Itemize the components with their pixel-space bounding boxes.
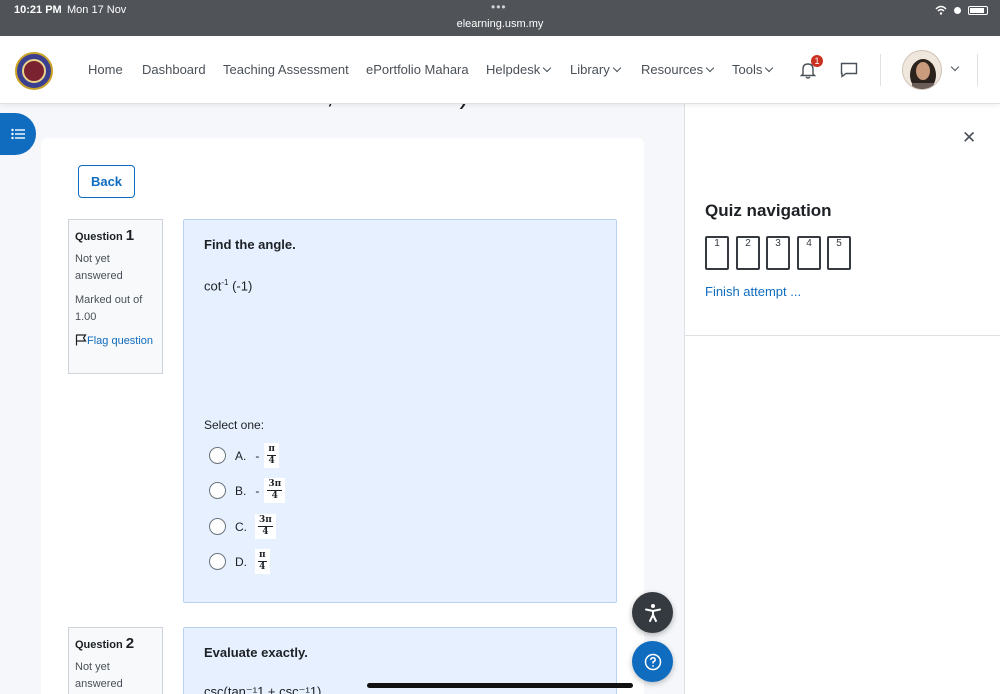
open-course-index-button[interactable] [0,113,36,155]
status-time: 10:21 PM [14,4,62,16]
question-label: Question [75,639,123,651]
nav-helpdesk[interactable]: Helpdesk [486,62,552,77]
option-letter: C. [235,519,247,534]
question-formula: csc(tan⁻¹1 + csc⁻¹1) [204,684,322,694]
radio-button[interactable] [209,482,226,499]
option-fraction: 3π 4 [255,514,276,539]
nav-tools[interactable]: Tools [732,62,774,77]
flag-question-link[interactable]: Flag question [75,333,156,350]
answer-option-c[interactable]: C. 3π 4 [209,514,276,539]
quiz-navigation-drawer [684,104,1000,694]
accessibility-button[interactable] [632,592,673,633]
close-icon[interactable]: ✕ [962,128,976,148]
chevron-down-icon [765,63,774,73]
chevron-down-icon [705,63,715,73]
fraction-denominator: 4 [271,491,278,501]
chat-icon[interactable] [840,62,858,78]
answer-option-d[interactable]: D. π4 [209,549,270,574]
question-formula: cot-1 (-1) [204,278,252,293]
nav-resources[interactable]: Resources [641,62,715,77]
question-1-info: Question 1 Not yet answered Marked out o… [68,219,163,374]
quiz-nav-button-5[interactable]: 5 [827,236,851,270]
answer-option-b[interactable]: B. - 3π 4 [209,478,286,503]
question-label: Question [75,231,123,243]
question-2-info: Question 2 Not yet answered [68,627,163,694]
option-letter: D. [235,554,247,569]
answer-option-a[interactable]: A. - π4 [209,443,279,468]
nav-helpdesk-label: Helpdesk [486,62,541,77]
navbar-divider [880,54,881,86]
avatar[interactable] [902,50,942,90]
flag-question-label: Flag question [87,335,154,347]
fraction-denominator: 4 [259,562,266,572]
formula-base: cot [204,278,222,294]
radio-button[interactable] [209,447,226,464]
fraction-denominator: 4 [262,527,269,537]
select-one-label: Select one: [204,418,265,432]
formula-arg: (-1) [228,278,253,294]
radio-button[interactable] [209,518,226,535]
fraction-numerator: π [267,444,276,456]
nav-library[interactable]: Library [570,62,621,77]
fraction-numerator: 3π [267,479,283,491]
notification-badge: 1 [811,55,823,67]
system-icons [935,5,988,15]
finish-attempt-link[interactable]: Finish attempt ... [705,284,801,299]
help-icon [644,653,661,670]
option-letter: A. [235,448,247,463]
fraction-denominator: 4 [268,456,275,466]
chevron-down-icon [612,63,621,73]
option-letter: B. [235,483,247,498]
quiz-nav-button-3[interactable]: 3 [766,236,790,270]
wifi-icon [935,5,947,15]
question-number-value: 1 [125,227,135,244]
chevron-down-icon [542,63,552,73]
help-button[interactable] [632,641,673,682]
question-number: Question 2 [75,635,156,654]
back-button[interactable]: Back [78,165,135,198]
usm-logo[interactable] [15,52,53,90]
fraction-numerator: 3π [258,515,273,527]
option-sign: - [255,448,260,463]
accessibility-icon [644,603,661,622]
fraction-numerator: π [258,550,267,562]
question-number-value: 2 [125,635,135,652]
quiz-nav-button-1[interactable]: 1 [705,236,729,270]
quiz-nav-button-2[interactable]: 2 [736,236,760,270]
radio-button[interactable] [209,553,226,570]
question-number: Question 1 [75,227,156,246]
question-state: Not yet answered [75,253,123,282]
option-fraction: π4 [264,443,279,468]
flag-icon [75,334,87,346]
focus-icon [954,6,961,14]
battery-icon [968,5,988,15]
option-fraction: 3π 4 [264,478,286,503]
status-bar: 10:21 PM Mon 17 Nov ••• elearning.usm.my [0,0,1000,36]
question-1-content: Find the angle. cot-1 (-1) Select one: A… [183,219,617,603]
status-date: Mon 17 Nov [67,4,127,16]
nav-home[interactable]: Home [88,62,123,77]
chevron-down-icon[interactable] [950,62,960,72]
nav-teaching-assessment[interactable]: Teaching Assessment [223,62,349,77]
address-bar[interactable]: elearning.usm.my [0,18,1000,30]
option-fraction: π4 [255,549,270,574]
top-navbar: Home Dashboard Teaching Assessment ePort… [0,36,1000,104]
question-text: Evaluate exactly. [204,645,308,660]
list-icon [11,128,25,140]
nav-resources-label: Resources [641,62,704,77]
question-marks: Marked out of 1.00 [75,294,143,323]
nav-dashboard[interactable]: Dashboard [142,62,206,77]
navbar-divider [977,54,978,86]
home-indicator[interactable] [367,683,633,688]
nav-library-label: Library [570,62,610,77]
question-text: Find the angle. [204,237,296,252]
tab-dots-icon[interactable]: ••• [491,0,507,14]
nav-eportfolio[interactable]: ePortfolio Mahara [366,62,469,77]
option-sign: - [255,483,260,498]
nav-tools-label: Tools [732,62,763,77]
drawer-divider [684,335,1000,336]
quiz-nav-button-4[interactable]: 4 [797,236,821,270]
question-state: Not yet answered [75,661,123,690]
quiz-navigation-title: Quiz navigation [705,201,832,220]
